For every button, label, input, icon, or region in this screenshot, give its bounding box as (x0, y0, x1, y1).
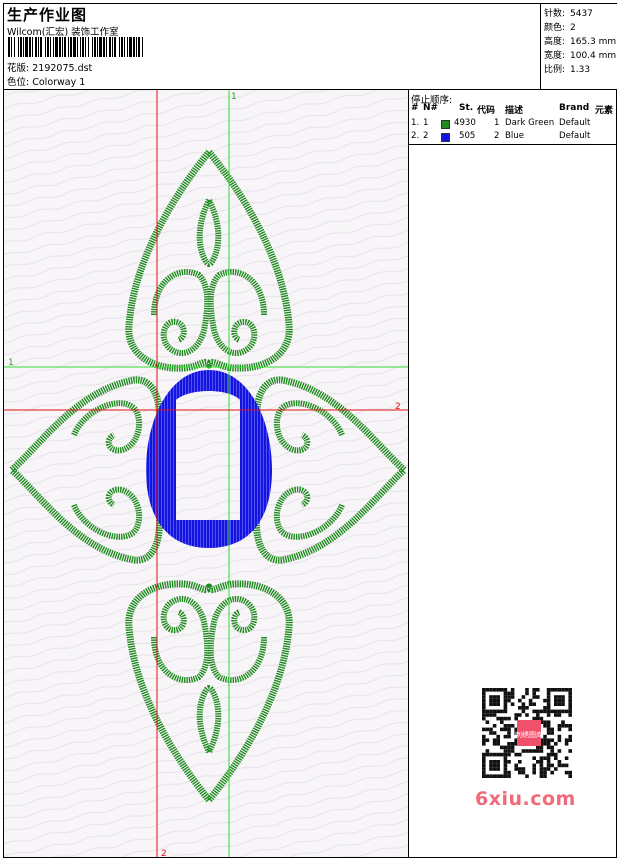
table-row: 2. 2 505 2 Blue Default (411, 131, 591, 142)
design-file: 2192075.dst (32, 63, 93, 74)
col-stitches: St. (459, 103, 474, 113)
col-needle: N# (423, 103, 439, 113)
watermark-text: 6xiu.com (475, 788, 576, 810)
color-swatch (441, 120, 450, 129)
header-info: 生产作业图 Wilcom(汇宏) 装饰工作室 花版: 2192075.dst 色… (7, 4, 537, 89)
page-title: 生产作业图 (7, 6, 88, 24)
barcode (8, 37, 143, 57)
stats-box: 针数: 5437 颜色: 2 高度: 165.3 mm 宽度: 100.4 mm 比例:… (540, 4, 617, 89)
svg-text:刺绣图库: 刺绣图库 (515, 730, 543, 739)
table-row: 1. 1 4930 1 Dark Green Default (411, 118, 591, 129)
colorway-label: 色位: (7, 77, 30, 88)
studio-name: Wilcom(汇宏) 装饰工作室 (7, 27, 119, 38)
guide-label-green-horizontal: 1 (8, 358, 14, 368)
stat-height: 高度: 165.3 mm (544, 37, 617, 47)
colorway-value: Colorway 1 (32, 77, 86, 88)
col-description: 描述 (505, 106, 524, 116)
stop-sequence-header: # N# St. 代码 描述 Brand 元素 (409, 103, 616, 116)
stat-width: 宽度: 100.4 mm (544, 51, 617, 61)
qr-code-watermark: 刺绣图库 (473, 684, 583, 784)
color-swatch (441, 133, 450, 142)
col-code: 代码 (477, 106, 496, 116)
col-element: 元素 (595, 106, 614, 116)
design-canvas: 1 1 2 2 (4, 90, 409, 857)
qr-code: 刺绣图库 (482, 688, 572, 778)
col-brand: Brand (559, 103, 590, 113)
stat-colors: 颜色: 2 (544, 23, 576, 33)
colorway-line: 色位: Colorway 1 (7, 74, 85, 88)
guide-label-red-horizontal: 2 (395, 402, 401, 412)
design-label: 花版: (7, 63, 30, 74)
guide-label-green-vertical: 1 (231, 92, 237, 102)
stat-scale: 比例: 1.33 (544, 65, 591, 75)
col-index: # (411, 103, 419, 113)
embroidery-preview: 1 1 2 2 (4, 90, 408, 857)
header: 生产作业图 Wilcom(汇宏) 装饰工作室 花版: 2192075.dst 色… (4, 4, 617, 90)
guide-label-red-vertical: 2 (161, 849, 167, 857)
divider (409, 144, 616, 145)
design-file-line: 花版: 2192075.dst (7, 60, 92, 74)
stat-stitches: 针数: 5437 (544, 9, 593, 19)
